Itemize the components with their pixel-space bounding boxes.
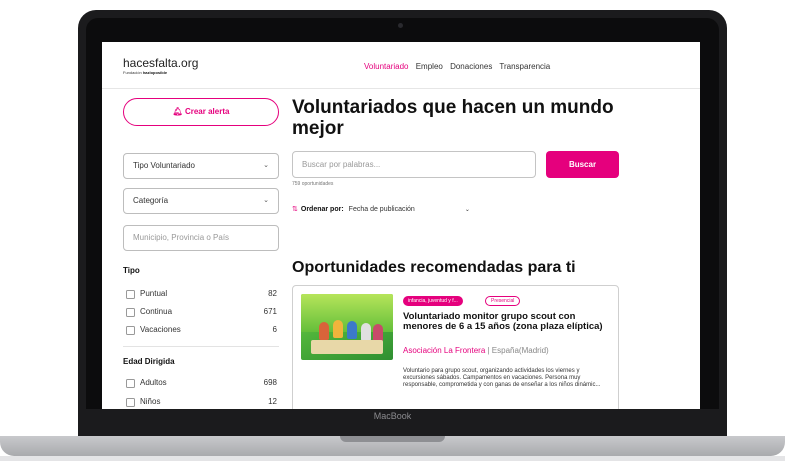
location-input[interactable]: Municipio, Provincia o País xyxy=(123,225,279,251)
create-alert-label: Crear alerta xyxy=(184,107,230,116)
nav-voluntariado[interactable]: Voluntariado xyxy=(364,62,408,71)
device-label: MacBook xyxy=(373,411,412,421)
main-nav: Voluntariado Empleo Donaciones Transpare… xyxy=(364,62,555,71)
chevron-down-icon: ⌄ xyxy=(263,197,269,204)
filter-label: Vacaciones xyxy=(140,325,181,334)
filter-count: 698 xyxy=(263,378,277,387)
base-shadow xyxy=(0,456,785,461)
opportunity-card[interactable]: infancia, juventud y f... Presencial Vol… xyxy=(292,285,619,409)
card-description: Voluntario para grupo scout, organizando… xyxy=(403,368,601,388)
results-count: 759 oportunidades xyxy=(292,181,334,187)
filter-title-tipo: Tipo xyxy=(123,266,140,275)
card-location: | España(Madrid) xyxy=(487,346,549,355)
site-logo[interactable]: hacesfalta.org xyxy=(123,56,198,70)
base-notch xyxy=(340,436,445,442)
search-input[interactable]: Buscar por palabras... xyxy=(292,151,536,178)
checkbox[interactable] xyxy=(126,290,135,299)
nav-empleo[interactable]: Empleo xyxy=(416,62,443,71)
filter-adultos[interactable]: Adultos 698 xyxy=(123,378,277,390)
sort-control[interactable]: ⇅ Ordenar por: Fecha de publicación ⌄ xyxy=(292,205,470,213)
camera-icon xyxy=(398,23,403,28)
sort-icon: ⇅ xyxy=(292,206,298,213)
bell-icon: 🔔︎ xyxy=(172,107,183,116)
filter-count: 12 xyxy=(268,397,277,406)
filter-label: Continua xyxy=(140,307,173,316)
site-header: hacesfalta.org Fundación hazloposible Vo… xyxy=(102,42,700,89)
card-title[interactable]: Voluntariado monitor grupo scout con men… xyxy=(403,312,613,332)
category-label: Categoría xyxy=(133,196,169,205)
logo-subtitle: Fundación hazloposible xyxy=(123,70,167,75)
create-alert-button[interactable]: 🔔︎ Crear alerta xyxy=(123,98,279,126)
volunteer-type-select[interactable]: Tipo Voluntariado ⌄ xyxy=(123,153,279,179)
logo-sub-brand: hazloposible xyxy=(142,70,168,75)
filter-label: Puntual xyxy=(140,289,168,298)
filter-ninos[interactable]: Niños 12 xyxy=(123,397,277,409)
logo-sub-prefix: Fundación xyxy=(123,70,142,75)
card-organization: Asociación La Frontera | España(Madrid) xyxy=(403,346,549,355)
filter-count: 671 xyxy=(263,307,277,316)
filter-label: Adultos xyxy=(140,378,167,387)
mode-badge: Presencial xyxy=(485,296,521,306)
screen: hacesfalta.org Fundación hazloposible Vo… xyxy=(102,42,700,409)
chevron-down-icon: ⌄ xyxy=(464,207,470,213)
search-placeholder: Buscar por palabras... xyxy=(302,160,381,169)
nav-donaciones[interactable]: Donaciones xyxy=(450,62,492,71)
page-title: Voluntariados que hacen un mundo mejor xyxy=(292,97,614,139)
divider xyxy=(123,346,279,347)
volunteer-type-label: Tipo Voluntariado xyxy=(133,161,195,170)
category-select[interactable]: Categoría ⌄ xyxy=(123,188,279,214)
location-placeholder: Municipio, Provincia o País xyxy=(133,233,230,242)
card-image xyxy=(301,294,393,360)
recommended-title: Oportunidades recomendadas para ti xyxy=(292,259,576,276)
sort-label: Ordenar por: xyxy=(300,206,344,213)
filter-puntual[interactable]: Puntual 82 xyxy=(123,289,277,301)
filter-count: 82 xyxy=(268,289,277,298)
organization-link[interactable]: Asociación La Frontera xyxy=(403,346,485,355)
category-badge: infancia, juventud y f... xyxy=(403,296,463,306)
nav-transparencia[interactable]: Transparencia xyxy=(499,62,550,71)
checkbox[interactable] xyxy=(126,398,135,407)
filter-vacaciones[interactable]: Vacaciones 6 xyxy=(123,325,277,337)
chevron-down-icon: ⌄ xyxy=(263,162,269,169)
checkbox[interactable] xyxy=(126,379,135,388)
filter-label: Niños xyxy=(140,397,161,406)
sort-value: Fecha de publicación xyxy=(348,206,415,213)
filter-continua[interactable]: Continua 671 xyxy=(123,307,277,319)
filter-title-edad: Edad Dirigida xyxy=(123,357,175,366)
search-button[interactable]: Buscar xyxy=(546,151,619,178)
checkbox[interactable] xyxy=(126,308,135,317)
checkbox[interactable] xyxy=(126,326,135,335)
filter-count: 6 xyxy=(272,325,277,334)
